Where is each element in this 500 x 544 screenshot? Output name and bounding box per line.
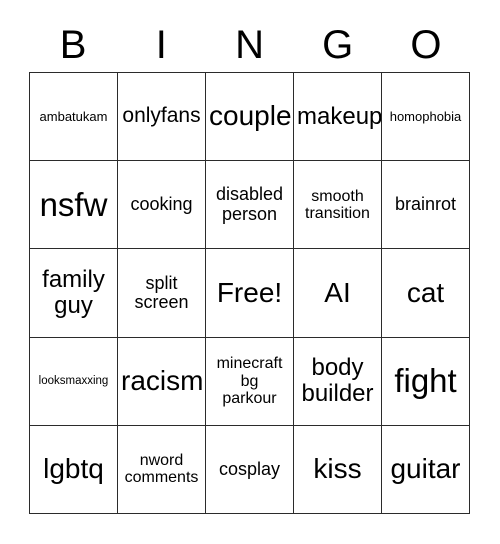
bingo-cell-label: Free! bbox=[216, 276, 283, 308]
bingo-cell[interactable]: disabled person bbox=[206, 161, 294, 250]
bingo-cell[interactable]: split screen bbox=[118, 249, 206, 338]
bingo-cell[interactable]: cat bbox=[382, 249, 470, 338]
bingo-cell-label: cooking bbox=[130, 194, 193, 215]
bingo-row: nsfw cooking disabled person smooth tran… bbox=[30, 161, 470, 250]
bingo-cell[interactable]: AI bbox=[294, 249, 382, 338]
bingo-cell[interactable]: cooking bbox=[118, 161, 206, 250]
bingo-cell-label: couple bbox=[209, 100, 292, 132]
bingo-cell[interactable]: family guy bbox=[30, 249, 118, 338]
bingo-cell[interactable]: looksmaxxing bbox=[30, 337, 118, 426]
bingo-cell-label: family guy bbox=[42, 266, 105, 319]
bingo-cell-label: brainrot bbox=[394, 194, 457, 215]
bingo-cell-label: homophobia bbox=[389, 108, 462, 124]
bingo-cell-label: cat bbox=[406, 276, 445, 308]
header-letter-o: O bbox=[410, 23, 442, 67]
bingo-cell[interactable]: fight bbox=[382, 337, 470, 426]
bingo-cell[interactable]: makeup bbox=[294, 73, 382, 162]
bingo-cell-label: nsfw bbox=[39, 185, 108, 223]
bingo-cell-label: makeup bbox=[297, 102, 382, 130]
bingo-cell-free[interactable]: Free! bbox=[206, 249, 294, 338]
bingo-cell-label: lgbtq bbox=[43, 453, 104, 485]
bingo-card: B I N G O ambatukam onlyfans couple make… bbox=[0, 0, 500, 544]
bingo-cell[interactable]: homophobia bbox=[382, 73, 470, 162]
bingo-cell[interactable]: kiss bbox=[294, 425, 382, 515]
bingo-cell[interactable]: racism bbox=[118, 337, 206, 426]
bingo-cell-label: ambatukam bbox=[39, 108, 108, 124]
bingo-cell[interactable]: body builder bbox=[294, 337, 382, 426]
bingo-cell-label: disabled person bbox=[215, 184, 284, 224]
bingo-grid: ambatukam onlyfans couple makeup homopho… bbox=[29, 72, 470, 515]
bingo-cell-label: split screen bbox=[134, 272, 189, 312]
header-letter-i: I bbox=[155, 23, 167, 67]
bingo-row: ambatukam onlyfans couple makeup homopho… bbox=[30, 73, 470, 162]
bingo-cell[interactable]: brainrot bbox=[382, 161, 470, 250]
bingo-cell[interactable]: cosplay bbox=[206, 425, 294, 515]
bingo-row: family guy split screen Free! AI cat bbox=[30, 249, 470, 338]
bingo-cell-label: minecraft bg parkour bbox=[216, 355, 283, 407]
bingo-cell-label: body builder bbox=[301, 354, 374, 408]
bingo-cell-label: kiss bbox=[313, 453, 362, 485]
bingo-cell-label: racism bbox=[121, 365, 204, 397]
bingo-cell[interactable]: lgbtq bbox=[30, 425, 118, 515]
bingo-cell-label: onlyfans bbox=[122, 104, 201, 128]
bingo-cell[interactable]: minecraft bg parkour bbox=[206, 337, 294, 426]
bingo-cell-label: cosplay bbox=[218, 458, 281, 479]
bingo-cell-label: fight bbox=[394, 362, 457, 400]
bingo-cell-label: smooth transition bbox=[305, 187, 370, 222]
header-letter-g: G bbox=[322, 23, 354, 67]
bingo-header: B I N G O bbox=[29, 18, 470, 72]
bingo-cell[interactable]: smooth transition bbox=[294, 161, 382, 250]
bingo-cell[interactable]: nsfw bbox=[30, 161, 118, 250]
bingo-cell-label: AI bbox=[324, 276, 351, 308]
header-letter-b: B bbox=[59, 23, 87, 67]
bingo-row: lgbtq nword comments cosplay kiss guitar bbox=[30, 425, 470, 515]
bingo-cell-label: looksmaxxing bbox=[38, 375, 109, 387]
bingo-cell[interactable]: ambatukam bbox=[30, 73, 118, 162]
bingo-cell-label: nword comments bbox=[124, 452, 199, 487]
bingo-cell-label: guitar bbox=[390, 453, 461, 485]
bingo-cell[interactable]: nword comments bbox=[118, 425, 206, 515]
bingo-row: looksmaxxing racism minecraft bg parkour… bbox=[30, 337, 470, 426]
bingo-cell[interactable]: couple bbox=[206, 73, 294, 162]
bingo-cell[interactable]: guitar bbox=[382, 425, 470, 515]
header-letter-n: N bbox=[235, 23, 264, 67]
bingo-cell[interactable]: onlyfans bbox=[118, 73, 206, 162]
